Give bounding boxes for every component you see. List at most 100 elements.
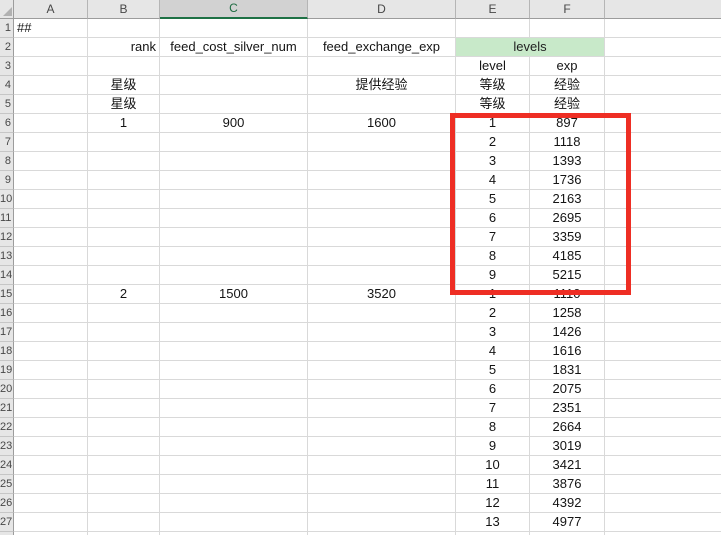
row-header-18[interactable]: 18 (0, 342, 14, 361)
row-header-26[interactable]: 26 (0, 494, 14, 513)
cell-D15[interactable]: 3520 (308, 285, 456, 304)
cell-F6[interactable]: 897 (530, 114, 605, 133)
cell-C9[interactable] (160, 171, 308, 190)
cell-D5[interactable] (308, 95, 456, 114)
cell-A14[interactable] (14, 266, 88, 285)
cell-D22[interactable] (308, 418, 456, 437)
cell-D9[interactable] (308, 171, 456, 190)
cell-F16[interactable]: 1258 (530, 304, 605, 323)
column-header-B[interactable]: B (88, 0, 160, 19)
cell-D18[interactable] (308, 342, 456, 361)
cell-E17[interactable]: 3 (456, 323, 530, 342)
row-header-27[interactable]: 27 (0, 513, 14, 532)
cell-A26[interactable] (14, 494, 88, 513)
cell-C5[interactable] (160, 95, 308, 114)
row-header-10[interactable]: 10 (0, 190, 14, 209)
cell-D6[interactable]: 1600 (308, 114, 456, 133)
cell-A9[interactable] (14, 171, 88, 190)
cell-A16[interactable] (14, 304, 88, 323)
cell-E20[interactable]: 6 (456, 380, 530, 399)
cell-C18[interactable] (160, 342, 308, 361)
cell-A24[interactable] (14, 456, 88, 475)
cell-B24[interactable] (88, 456, 160, 475)
cell-C17[interactable] (160, 323, 308, 342)
cell-F22[interactable]: 2664 (530, 418, 605, 437)
column-header-A[interactable]: A (14, 0, 88, 19)
cell-E11[interactable]: 6 (456, 209, 530, 228)
cell-F21[interactable]: 2351 (530, 399, 605, 418)
cell-C25[interactable] (160, 475, 308, 494)
cell-F19[interactable]: 1831 (530, 361, 605, 380)
cell-E6[interactable]: 1 (456, 114, 530, 133)
cell-E12[interactable]: 7 (456, 228, 530, 247)
cell-C12[interactable] (160, 228, 308, 247)
cell-C3[interactable] (160, 57, 308, 76)
row-header-15[interactable]: 15 (0, 285, 14, 304)
cell-B27[interactable] (88, 513, 160, 532)
row-header-1[interactable]: 1 (0, 19, 14, 38)
cell-F8[interactable]: 1393 (530, 152, 605, 171)
cell-E15[interactable]: 1 (456, 285, 530, 304)
cell-F10[interactable]: 2163 (530, 190, 605, 209)
cell-E23[interactable]: 9 (456, 437, 530, 456)
cell-D3[interactable] (308, 57, 456, 76)
row-header-6[interactable]: 6 (0, 114, 14, 133)
cell-B1[interactable] (88, 19, 160, 38)
row-header-16[interactable]: 16 (0, 304, 14, 323)
cell-E25[interactable]: 11 (456, 475, 530, 494)
cell-B8[interactable] (88, 152, 160, 171)
cell-A11[interactable] (14, 209, 88, 228)
cell-B3[interactable] (88, 57, 160, 76)
cell-A18[interactable] (14, 342, 88, 361)
select-all-corner[interactable] (0, 0, 14, 19)
cell-D12[interactable] (308, 228, 456, 247)
cell-E16[interactable]: 2 (456, 304, 530, 323)
row-header-7[interactable]: 7 (0, 133, 14, 152)
cell-F23[interactable]: 3019 (530, 437, 605, 456)
cell-C14[interactable] (160, 266, 308, 285)
cell-D20[interactable] (308, 380, 456, 399)
cell-F15[interactable]: 1110 (530, 285, 605, 304)
cell-A1[interactable]: ## (14, 19, 88, 38)
cell-E1[interactable] (456, 19, 530, 38)
cell-F17[interactable]: 1426 (530, 323, 605, 342)
cell-E19[interactable]: 5 (456, 361, 530, 380)
cell-B20[interactable] (88, 380, 160, 399)
cell-C20[interactable] (160, 380, 308, 399)
cell-B16[interactable] (88, 304, 160, 323)
cell-E14[interactable]: 9 (456, 266, 530, 285)
cell-A5[interactable] (14, 95, 88, 114)
cell-A22[interactable] (14, 418, 88, 437)
cell-B22[interactable] (88, 418, 160, 437)
cell-A6[interactable] (14, 114, 88, 133)
cell-C15[interactable]: 1500 (160, 285, 308, 304)
cell-A20[interactable] (14, 380, 88, 399)
column-header-C[interactable]: C (160, 0, 308, 19)
cell-B17[interactable] (88, 323, 160, 342)
row-header-20[interactable]: 20 (0, 380, 14, 399)
row-header-2[interactable]: 2 (0, 38, 14, 57)
cell-D11[interactable] (308, 209, 456, 228)
cell-F3[interactable]: exp (530, 57, 605, 76)
cell-D17[interactable] (308, 323, 456, 342)
row-header-21[interactable]: 21 (0, 399, 14, 418)
cell-D16[interactable] (308, 304, 456, 323)
cell-C11[interactable] (160, 209, 308, 228)
cell-E5[interactable]: 等级 (456, 95, 530, 114)
column-header-D[interactable]: D (308, 0, 456, 19)
cell-D24[interactable] (308, 456, 456, 475)
cell-E13[interactable]: 8 (456, 247, 530, 266)
column-header-F[interactable]: F (530, 0, 605, 19)
cell-C10[interactable] (160, 190, 308, 209)
cell-F11[interactable]: 2695 (530, 209, 605, 228)
cell-F12[interactable]: 3359 (530, 228, 605, 247)
cell-E26[interactable]: 12 (456, 494, 530, 513)
cell-A3[interactable] (14, 57, 88, 76)
cell-C27[interactable] (160, 513, 308, 532)
cell-C19[interactable] (160, 361, 308, 380)
cell-B7[interactable] (88, 133, 160, 152)
cell-C26[interactable] (160, 494, 308, 513)
cell-D23[interactable] (308, 437, 456, 456)
cell-D7[interactable] (308, 133, 456, 152)
cell-C1[interactable] (160, 19, 308, 38)
